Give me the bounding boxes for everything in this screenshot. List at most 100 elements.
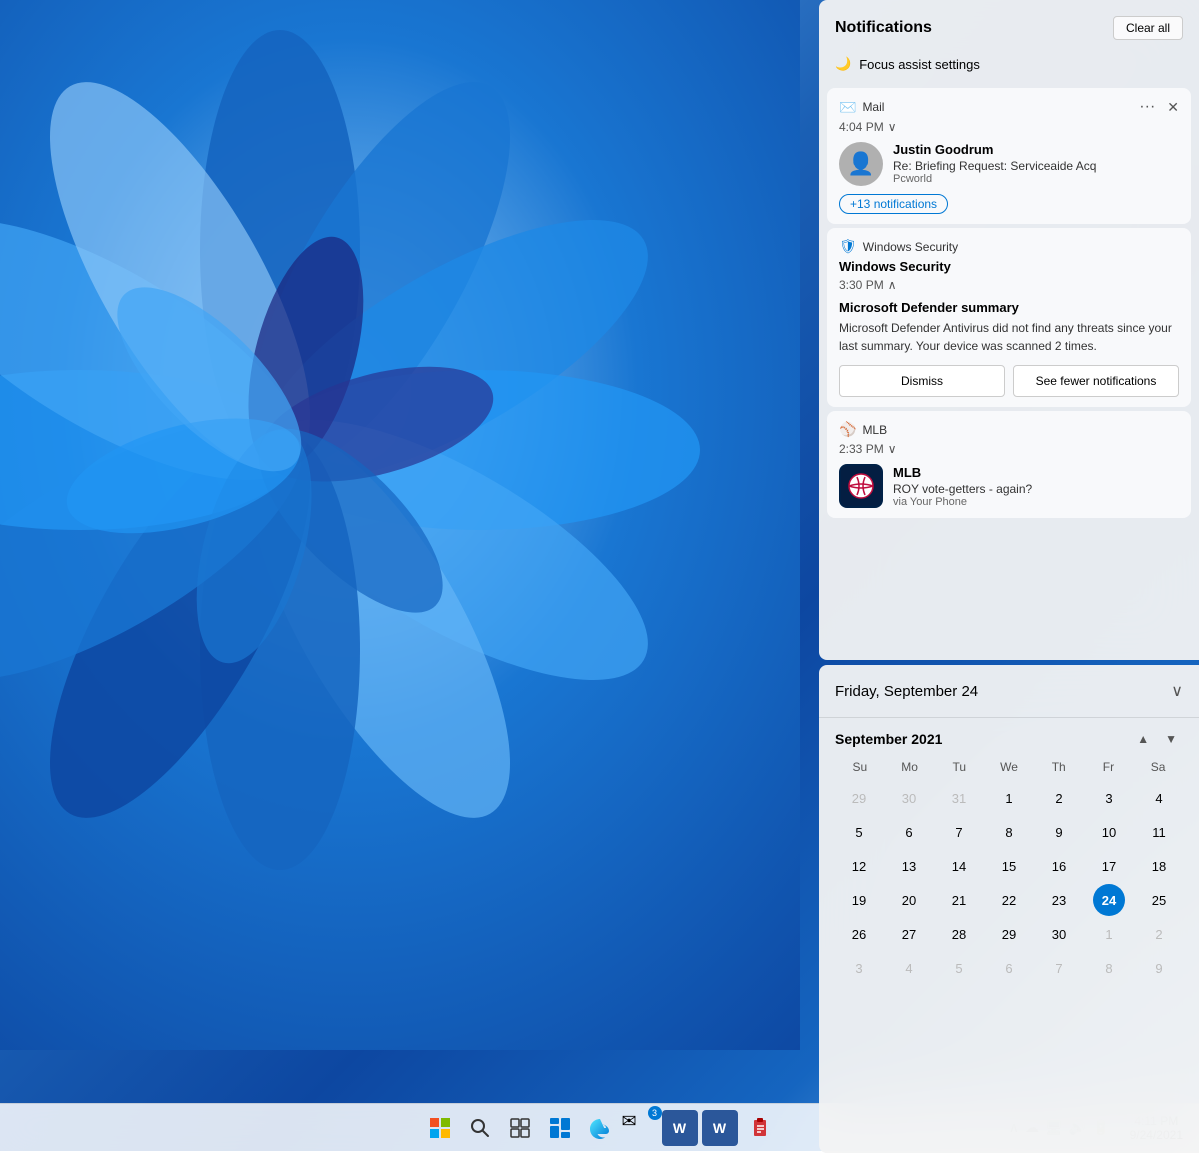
calendar-panel: Friday, September 24 ∨ September 2021 ▲ … [819, 665, 1199, 1153]
weekday-sa: Sa [1133, 756, 1183, 778]
calendar-day-1[interactable]: 1 [993, 782, 1025, 814]
calendar-day-28[interactable]: 28 [943, 918, 975, 950]
mail-close-button[interactable]: ✕ [1167, 99, 1179, 116]
mail-badge-count: 3 [648, 1106, 662, 1120]
mlb-app-name: ⚾ MLB [839, 421, 887, 438]
mail-sender-avatar: 👤 [839, 142, 883, 186]
calendar-day-27[interactable]: 27 [893, 918, 925, 950]
calendar-day-10[interactable]: 10 [1093, 816, 1125, 848]
calendar-day-4-outside[interactable]: 4 [893, 952, 925, 984]
calendar-day-26[interactable]: 26 [843, 918, 875, 950]
weekday-tu: Tu [934, 756, 984, 778]
calendar-day-9[interactable]: 9 [1043, 816, 1075, 848]
calendar-day-9-outside[interactable]: 9 [1143, 952, 1175, 984]
mail-text-block: Justin Goodrum Re: Briefing Request: Ser… [893, 142, 1179, 185]
calendar-grid: Su Mo Tu We Th Fr Sa 2930311234567891011… [819, 756, 1199, 984]
calendar-days: 2930311234567891011121314151617181920212… [835, 782, 1183, 984]
mail-app-icon: ✉️ [839, 99, 856, 116]
calendar-day-24[interactable]: 24 [1093, 884, 1125, 916]
windows-security-card: 🛡 Windows Security Windows Security 3:30… [827, 228, 1191, 407]
mlb-notification-card: ⚾ MLB 2:33 PM ∨ MLB ROY vote-get [827, 411, 1191, 518]
mail-taskbar-button[interactable]: ✉ 3 [622, 1110, 658, 1146]
calendar-day-23[interactable]: 23 [1043, 884, 1075, 916]
calendar-day-8[interactable]: 8 [993, 816, 1025, 848]
calendar-day-5[interactable]: 5 [843, 816, 875, 848]
notifications-title: Notifications [835, 19, 932, 37]
focus-assist-icon: 🌙 [835, 56, 851, 72]
mail-card-actions: ··· ✕ [1135, 98, 1179, 116]
calendar-day-30[interactable]: 30 [1043, 918, 1075, 950]
mlb-notification-content[interactable]: MLB ROY vote-getters - again? via Your P… [839, 464, 1179, 508]
mail-app-name: ✉️ Mail [839, 99, 884, 116]
calendar-day-16[interactable]: 16 [1043, 850, 1075, 882]
ws-notification-time: 3:30 PM ∧ [839, 278, 1179, 292]
ws-defender-body: Microsoft Defender Antivirus did not fin… [839, 319, 1179, 355]
calendar-day-3[interactable]: 3 [1093, 782, 1125, 814]
calendar-day-25[interactable]: 25 [1143, 884, 1175, 916]
ws-dismiss-button[interactable]: Dismiss [839, 365, 1005, 397]
ws-card-header: 🛡 Windows Security [839, 238, 1179, 255]
focus-assist-link[interactable]: 🌙 Focus assist settings [819, 48, 1199, 84]
todo-button[interactable] [742, 1110, 778, 1146]
widgets-button[interactable] [542, 1110, 578, 1146]
mlb-time-chevron[interactable]: ∨ [888, 442, 897, 456]
calendar-day-17[interactable]: 17 [1093, 850, 1125, 882]
calendar-day-13[interactable]: 13 [893, 850, 925, 882]
ws-app-icon: 🛡 [839, 238, 857, 255]
calendar-day-20[interactable]: 20 [893, 884, 925, 916]
calendar-day-18[interactable]: 18 [1143, 850, 1175, 882]
calendar-day-22[interactable]: 22 [993, 884, 1025, 916]
weekday-we: We [984, 756, 1034, 778]
calendar-prev-button[interactable]: ▲ [1131, 730, 1155, 748]
wallpaper-svg [0, 0, 800, 1050]
ws-time-chevron-up[interactable]: ∧ [888, 278, 897, 292]
calendar-day-29[interactable]: 29 [993, 918, 1025, 950]
calendar-day-30-outside[interactable]: 30 [893, 782, 925, 814]
word-button-1[interactable]: W [662, 1110, 698, 1146]
mail-notification-card: ✉️ Mail ··· ✕ 4:04 PM ∨ 👤 Justin Goodrum… [827, 88, 1191, 224]
weekday-su: Su [835, 756, 885, 778]
edge-browser-button[interactable] [582, 1110, 618, 1146]
mail-more-options-button[interactable]: ··· [1135, 98, 1159, 116]
word-button-2[interactable]: W [702, 1110, 738, 1146]
ws-app-name: 🛡 Windows Security [839, 238, 958, 255]
ws-section-title: Windows Security [839, 259, 1179, 274]
calendar-day-4[interactable]: 4 [1143, 782, 1175, 814]
calendar-day-7[interactable]: 7 [943, 816, 975, 848]
calendar-day-19[interactable]: 19 [843, 884, 875, 916]
calendar-day-29-outside[interactable]: 29 [843, 782, 875, 814]
calendar-day-5-outside[interactable]: 5 [943, 952, 975, 984]
calendar-day-11[interactable]: 11 [1143, 816, 1175, 848]
mlb-logo-icon [839, 464, 883, 508]
calendar-day-8-outside[interactable]: 8 [1093, 952, 1125, 984]
calendar-day-3-outside[interactable]: 3 [843, 952, 875, 984]
ws-defender-title: Microsoft Defender summary [839, 300, 1179, 315]
calendar-day-2-outside[interactable]: 2 [1143, 918, 1175, 950]
start-button[interactable] [422, 1110, 458, 1146]
calendar-month-title: September 2021 [835, 731, 942, 747]
calendar-day-21[interactable]: 21 [943, 884, 975, 916]
clear-all-button[interactable]: Clear all [1113, 16, 1183, 40]
calendar-expand-button[interactable]: ∨ [1171, 681, 1183, 701]
calendar-next-button[interactable]: ▼ [1159, 730, 1183, 748]
calendar-day-14[interactable]: 14 [943, 850, 975, 882]
calendar-day-1-outside[interactable]: 1 [1093, 918, 1125, 950]
mail-more-notifications[interactable]: +13 notifications [839, 186, 1179, 214]
mail-notification-content[interactable]: 👤 Justin Goodrum Re: Briefing Request: S… [839, 142, 1179, 186]
calendar-day-6[interactable]: 6 [893, 816, 925, 848]
calendar-day-12[interactable]: 12 [843, 850, 875, 882]
calendar-day-15[interactable]: 15 [993, 850, 1025, 882]
task-view-button[interactable] [502, 1110, 538, 1146]
mail-time-chevron[interactable]: ∨ [888, 120, 897, 134]
calendar-day-31-outside[interactable]: 31 [943, 782, 975, 814]
calendar-day-6-outside[interactable]: 6 [993, 952, 1025, 984]
calendar-day-2[interactable]: 2 [1043, 782, 1075, 814]
calendar-month-navigation: September 2021 ▲ ▼ [819, 718, 1199, 756]
calendar-day-7-outside[interactable]: 7 [1043, 952, 1075, 984]
ws-fewer-notifications-button[interactable]: See fewer notifications [1013, 365, 1179, 397]
search-button[interactable] [462, 1110, 498, 1146]
weekday-mo: Mo [885, 756, 935, 778]
mlb-notification-title: MLB [893, 465, 1179, 480]
mlb-app-icon: ⚾ [839, 421, 856, 438]
mlb-notification-source: via Your Phone [893, 496, 1179, 508]
